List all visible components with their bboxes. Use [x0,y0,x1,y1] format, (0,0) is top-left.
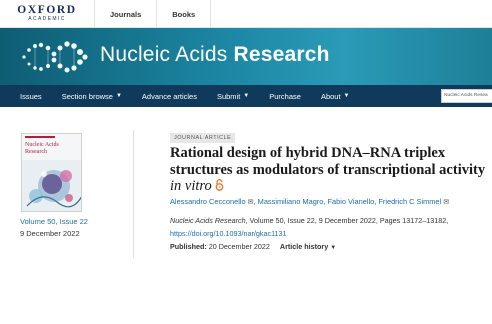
dna-helix-logo-icon [22,41,88,73]
journal-title: Nucleic Acids Research [100,43,330,67]
article-history-toggle[interactable]: Article history ▼ [280,242,336,251]
nav-submit-label: Submit [216,91,241,101]
nav-advance-articles-label: Advance articles [141,91,197,101]
published-label: Published: [170,242,207,251]
author-link[interactable]: Friedrich C Simmel [378,197,441,206]
article-type-badge: JOURNAL ARTICLE [170,133,236,143]
article-history-label: Article history [279,242,329,251]
nav-section-browse[interactable]: Section browse ▼ [52,92,132,101]
logo-line2: ACADEMIC [28,16,66,22]
issue-cover-image[interactable]: Nucleic Acids Research [21,133,82,212]
author-link[interactable]: Massimiliano Magro [258,197,324,206]
oxford-academic-logo[interactable]: OXFORD ACADEMIC [0,0,95,28]
open-access-icon [215,178,224,194]
published-line: Published: 20 December 2022 Article histo… [170,242,336,251]
issue-date: 9 December 2022 [20,229,80,238]
citation-line: Nucleic Acids Research, Volume 50, Issue… [170,216,448,225]
column-divider [133,130,134,258]
chevron-down-icon: ▼ [343,93,350,99]
books-link[interactable]: Books [157,0,212,28]
envelope-icon[interactable]: ✉ [443,199,449,206]
author-link[interactable]: Alessandro Cecconello [170,197,246,206]
cover-top-bar [25,136,55,138]
author-separator: , [374,197,377,206]
article-title-main: Rational design of hybrid DNA–RNA triple… [170,145,486,178]
cover-title: Nucleic Acids Research [25,142,59,155]
journals-link[interactable]: Journals [95,0,158,28]
nav-issues[interactable]: Issues [0,92,52,101]
logo-line1: OXFORD [17,4,77,16]
article-title: Rational design of hybrid DNA–RNA triple… [170,145,490,195]
nav-submit[interactable]: Submit ▼ [207,92,259,101]
search-scope-select[interactable]: Nucleic Acids Resea [441,89,492,103]
top-bar: OXFORD ACADEMIC Journals Books [0,0,492,28]
journal-banner[interactable]: Nucleic Acids Research [0,28,492,85]
cover-art-icon [22,160,81,211]
journal-nav: Issues Section browse ▼ Advance articles … [0,85,492,107]
nav-about-label: About [320,91,341,101]
author-list: Alessandro Cecconello ✉, Massimiliano Ma… [170,197,449,206]
author-separator: , [323,197,326,206]
nav-advance-articles[interactable]: Advance articles [132,92,207,101]
author-link[interactable]: Fabio Vianello [328,197,375,206]
author-separator: , [253,197,256,206]
nav-issues-label: Issues [20,91,42,101]
doi-link[interactable]: https://doi.org/10.1093/nar/gkac1131 [170,229,287,238]
published-date: 20 December 2022 [206,242,270,251]
chevron-down-icon: ▼ [115,93,122,99]
journal-title-light: Nucleic Acids [100,43,234,66]
citation-details: , Volume 50, Issue 22, 9 December 2022, … [245,216,449,225]
chevron-down-icon: ▼ [330,245,337,251]
nav-section-browse-label: Section browse [61,91,113,101]
nav-about[interactable]: About ▼ [311,92,360,101]
article-title-italic: in vitro [170,178,212,194]
nav-purchase-label: Purchase [269,91,301,101]
journal-title-bold: Research [233,43,330,66]
issue-volume-link[interactable]: Volume 50, Issue 22 [20,217,88,226]
chevron-down-icon: ▼ [243,93,250,99]
nav-purchase[interactable]: Purchase [259,92,311,101]
journal-name: Nucleic Acids Research [170,216,246,225]
